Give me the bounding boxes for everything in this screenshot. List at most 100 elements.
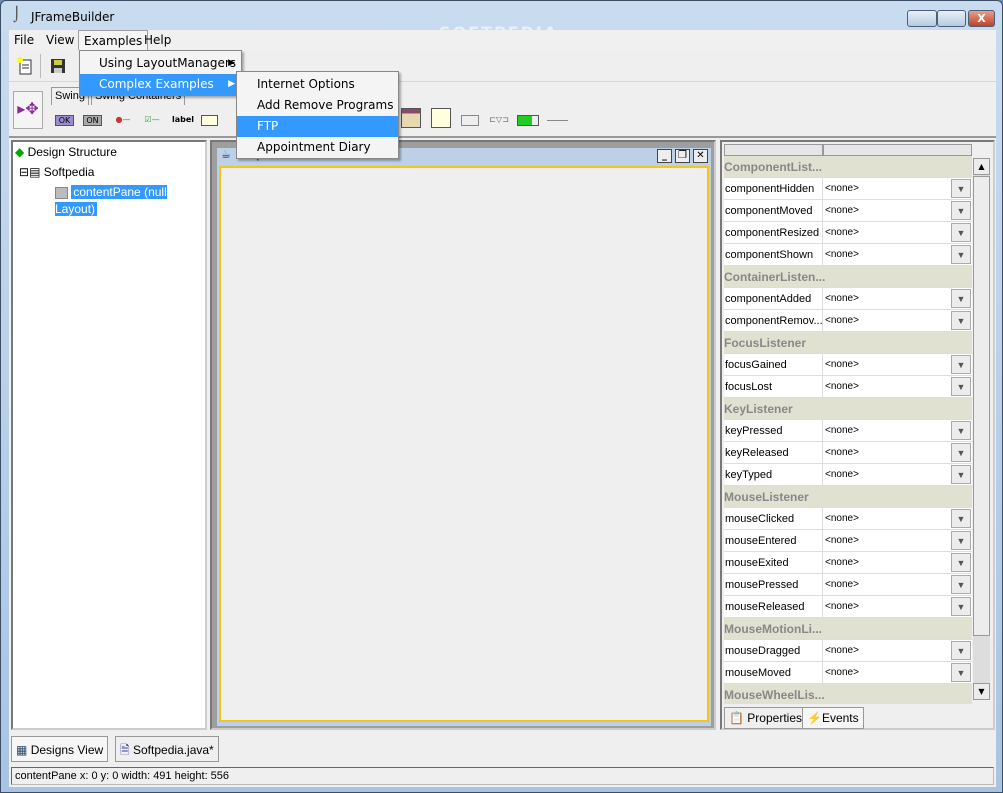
event-row[interactable]: mouseMoved <none> ▼ [724, 662, 972, 684]
menu-file[interactable]: File [9, 30, 39, 50]
menu-item-using-layoutmanagers[interactable]: Using LayoutManagers ▶ [80, 53, 241, 74]
textfield-component-icon[interactable] [201, 115, 218, 126]
event-category[interactable]: MouseMotionLi... [724, 618, 972, 640]
dropdown-arrow-icon[interactable]: ▼ [951, 575, 971, 594]
dropdown-arrow-icon[interactable]: ▼ [951, 179, 971, 198]
menu-examples[interactable]: Examples [78, 30, 149, 50]
dropdown-arrow-icon[interactable]: ▼ [951, 201, 971, 220]
event-row[interactable]: keyReleased <none> ▼ [724, 442, 972, 464]
scroll-up-icon[interactable]: ▲ [973, 158, 990, 175]
event-handler-select[interactable]: <none> ▼ [823, 662, 972, 683]
tab-events[interactable]: ⚡Events [802, 707, 864, 729]
menu-item-ftp[interactable]: FTP [237, 116, 398, 137]
menu-item-add-remove-programs[interactable]: Add Remove Programs [237, 95, 398, 116]
dropdown-arrow-icon[interactable]: ▼ [951, 663, 971, 682]
collapse-icon[interactable]: ⊟ [19, 165, 29, 179]
dropdown-arrow-icon[interactable]: ▼ [951, 289, 971, 308]
event-category[interactable]: MouseListener [724, 486, 972, 508]
separator-component-icon[interactable] [547, 120, 568, 121]
event-handler-select[interactable]: <none> ▼ [823, 244, 972, 265]
event-category[interactable]: KeyListener [724, 398, 972, 420]
content-pane[interactable] [219, 166, 709, 722]
grid-header-name[interactable] [724, 144, 823, 156]
dropdown-arrow-icon[interactable]: ▼ [951, 355, 971, 374]
menu-item-internet-options[interactable]: Internet Options [237, 74, 398, 95]
iframe-restore-button[interactable]: ❐ [675, 149, 690, 163]
minimize-button[interactable] [907, 10, 937, 27]
event-category[interactable]: ComponentList... [724, 156, 972, 178]
events-scrollbar[interactable]: ▲ ▼ [973, 158, 990, 700]
event-handler-select[interactable]: <none> ▼ [823, 596, 972, 617]
slider-component-icon[interactable]: ⊏▽⊐ [488, 115, 510, 126]
spinner-component-icon[interactable] [461, 115, 479, 126]
checkbox-component-icon[interactable]: ☑— [141, 115, 163, 126]
togglebutton-component-icon[interactable]: ON [83, 115, 102, 126]
menu-view[interactable]: View [41, 30, 79, 50]
menu-help[interactable]: Help [139, 30, 176, 50]
event-row[interactable]: keyTyped <none> ▼ [724, 464, 972, 486]
dropdown-arrow-icon[interactable]: ▼ [951, 443, 971, 462]
dropdown-arrow-icon[interactable]: ▼ [951, 641, 971, 660]
selection-tool-icon[interactable]: ▸✥ [13, 91, 43, 129]
event-handler-select[interactable]: <none> ▼ [823, 442, 972, 463]
event-handler-select[interactable]: <none> ▼ [823, 354, 972, 375]
event-row[interactable]: focusGained <none> ▼ [724, 354, 972, 376]
tab-designs-view[interactable]: ▦ Designs View [11, 736, 109, 762]
dropdown-arrow-icon[interactable]: ▼ [951, 377, 971, 396]
event-handler-select[interactable]: <none> ▼ [823, 178, 972, 199]
event-row[interactable]: focusLost <none> ▼ [724, 376, 972, 398]
dropdown-arrow-icon[interactable]: ▼ [951, 509, 971, 528]
event-handler-select[interactable]: <none> ▼ [823, 420, 972, 441]
dropdown-arrow-icon[interactable]: ▼ [951, 421, 971, 440]
dropdown-arrow-icon[interactable]: ▼ [951, 245, 971, 264]
progressbar-component-icon[interactable] [517, 115, 539, 126]
event-row[interactable]: componentResized <none> ▼ [724, 222, 972, 244]
iframe-close-button[interactable]: ✕ [693, 149, 708, 163]
tree-frame[interactable]: ⊟▤ Softpedia [19, 164, 94, 181]
event-handler-select[interactable]: <none> ▼ [823, 508, 972, 529]
event-row[interactable]: componentShown <none> ▼ [724, 244, 972, 266]
tree-content-pane[interactable]: contentPane (null Layout) [55, 184, 205, 216]
menu-item-complex-examples[interactable]: Complex Examples ▶ [80, 74, 241, 95]
scroll-down-icon[interactable]: ▼ [973, 683, 990, 700]
menu-item-appointment-diary[interactable]: Appointment Diary [237, 137, 398, 158]
radiobutton-component-icon[interactable]: ●— [112, 115, 134, 126]
event-row[interactable]: mousePressed <none> ▼ [724, 574, 972, 596]
event-handler-select[interactable]: <none> ▼ [823, 376, 972, 397]
dropdown-arrow-icon[interactable]: ▼ [951, 465, 971, 484]
close-button[interactable]: X [968, 10, 995, 27]
event-row[interactable]: mouseExited <none> ▼ [724, 552, 972, 574]
iframe-minimize-button[interactable]: _ [657, 149, 672, 163]
event-row[interactable]: mouseClicked <none> ▼ [724, 508, 972, 530]
maximize-button[interactable] [937, 10, 966, 27]
event-handler-select[interactable]: <none> ▼ [823, 640, 972, 661]
event-handler-select[interactable]: <none> ▼ [823, 552, 972, 573]
save-icon[interactable] [48, 56, 68, 76]
event-handler-select[interactable]: <none> ▼ [823, 310, 972, 331]
tab-source-file[interactable]: 🗎 Softpedia.java* [115, 736, 219, 762]
dropdown-arrow-icon[interactable]: ▼ [951, 223, 971, 242]
event-category[interactable]: ContainerListen... [724, 266, 972, 288]
event-handler-select[interactable]: <none> ▼ [823, 222, 972, 243]
button-component-icon[interactable]: OK [55, 115, 74, 126]
tab-properties[interactable]: 📋 Properties [724, 707, 807, 729]
event-category[interactable]: FocusListener [724, 332, 972, 354]
event-handler-select[interactable]: <none> ▼ [823, 464, 972, 485]
event-row[interactable]: componentRemov... <none> ▼ [724, 310, 972, 332]
event-row[interactable]: keyPressed <none> ▼ [724, 420, 972, 442]
event-row[interactable]: mouseEntered <none> ▼ [724, 530, 972, 552]
event-handler-select[interactable]: <none> ▼ [823, 288, 972, 309]
event-row[interactable]: mouseDragged <none> ▼ [724, 640, 972, 662]
event-row[interactable]: componentAdded <none> ▼ [724, 288, 972, 310]
dropdown-arrow-icon[interactable]: ▼ [951, 311, 971, 330]
dropdown-arrow-icon[interactable]: ▼ [951, 553, 971, 572]
event-handler-select[interactable]: <none> ▼ [823, 200, 972, 221]
label-component-icon[interactable]: label [172, 115, 194, 126]
event-handler-select[interactable]: <none> ▼ [823, 574, 972, 595]
scroll-thumb[interactable] [973, 176, 990, 636]
new-file-icon[interactable] [15, 56, 35, 76]
grid-header-value[interactable] [823, 144, 972, 156]
event-row[interactable]: componentHidden <none> ▼ [724, 178, 972, 200]
dropdown-arrow-icon[interactable]: ▼ [951, 531, 971, 550]
tree-component-icon[interactable] [431, 108, 451, 128]
